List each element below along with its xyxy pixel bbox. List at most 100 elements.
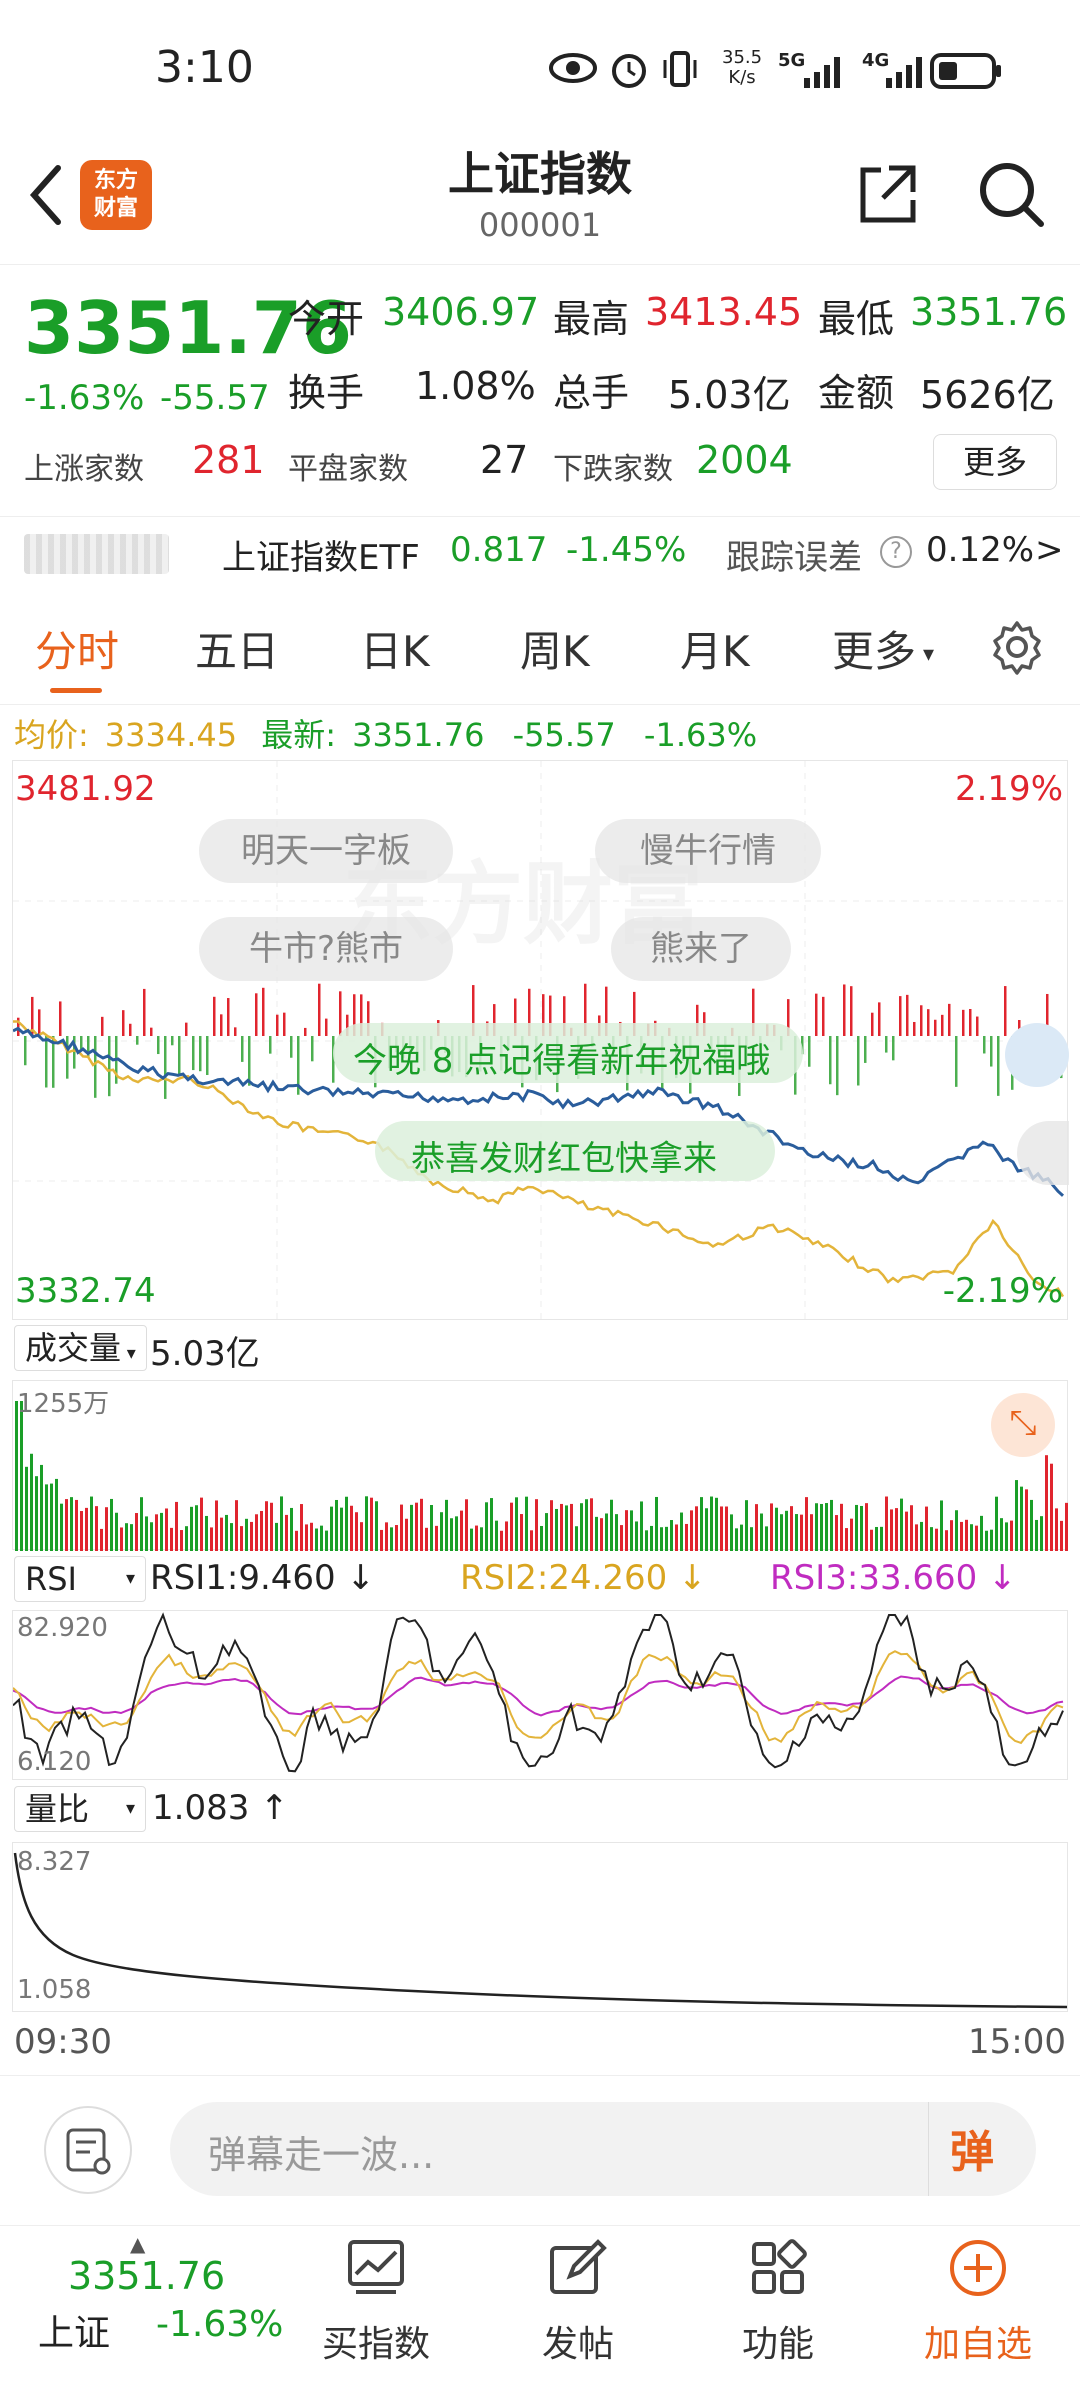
amount-value: 5626亿	[920, 373, 1055, 417]
flow-bar	[892, 1036, 895, 1061]
volume-bar	[510, 1502, 513, 1551]
share-icon[interactable]	[855, 162, 919, 226]
volume-bar	[115, 1512, 118, 1551]
volume-bar	[930, 1527, 933, 1551]
help-icon[interactable]: ?	[880, 536, 912, 568]
volume-bar	[515, 1497, 518, 1551]
chevron-up-icon[interactable]: ▲	[130, 2232, 145, 2256]
volume-bar	[370, 1497, 373, 1551]
volume-bar	[980, 1515, 983, 1551]
vibrate-icon	[663, 51, 697, 87]
volume-bar	[755, 1504, 758, 1551]
indicator-select-rsi[interactable]: RSI ▾	[14, 1556, 146, 1602]
flow-bar	[815, 993, 818, 1036]
chart-ymax: 3481.92	[15, 769, 156, 809]
function-button[interactable]: 功能	[708, 2238, 848, 2367]
volume-bar	[835, 1515, 838, 1551]
volume-bar	[310, 1522, 313, 1551]
buy-index-button[interactable]: 买指数	[306, 2238, 446, 2367]
flow-bar	[829, 1036, 832, 1085]
volume-bar	[965, 1519, 968, 1551]
expand-icon[interactable]: ⤡	[991, 1393, 1055, 1457]
topic-pill[interactable]: 熊来了	[611, 917, 791, 981]
tab-monthly[interactable]: 月K	[680, 618, 750, 679]
tab-weekly[interactable]: 周K	[520, 618, 590, 679]
volume-bar	[620, 1525, 623, 1551]
volume-bar	[675, 1524, 678, 1551]
rsi-max: 82.920	[17, 1613, 108, 1643]
chart-ymin: 3332.74	[15, 1271, 156, 1311]
volume-bar	[715, 1497, 718, 1551]
volume-bar	[375, 1501, 378, 1551]
flow-bar	[241, 1036, 244, 1062]
volume-bar	[40, 1464, 43, 1551]
topic-pill[interactable]: 明天一字板	[199, 819, 453, 883]
tab-more[interactable]: 更多 ▾	[832, 618, 934, 679]
volume-bar	[15, 1401, 18, 1551]
intraday-chart[interactable]: 东方财富 3481.92 3332.74 2.19% -2.19% 明天一字板 …	[12, 760, 1069, 1321]
more-button[interactable]: 更多	[933, 434, 1057, 490]
volume-bar	[1040, 1516, 1043, 1551]
blurred-ticker	[24, 534, 169, 574]
volume-bar	[460, 1510, 463, 1551]
volume-bar	[280, 1496, 283, 1551]
volume-bar	[295, 1530, 298, 1551]
volume-bar	[495, 1520, 498, 1551]
volume-bar	[105, 1507, 108, 1551]
post-button[interactable]: 发帖	[508, 2238, 648, 2367]
flow-bar	[906, 994, 909, 1036]
etf-name[interactable]: 上证指数ETF	[222, 530, 420, 579]
flow-bar	[990, 1036, 993, 1067]
chevron-right-icon[interactable]: >	[1035, 530, 1064, 570]
flow-bar	[185, 1022, 188, 1036]
volume-bar	[595, 1516, 598, 1551]
flow-bar	[255, 993, 258, 1036]
volume-bar	[325, 1530, 328, 1551]
volume-bar	[415, 1502, 418, 1551]
signal-icon	[804, 57, 840, 88]
volume-bar	[160, 1512, 163, 1551]
volume-bar	[600, 1518, 603, 1551]
indicator-select-volume[interactable]: 成交量 ▾	[14, 1325, 147, 1371]
volume-bar	[475, 1525, 478, 1551]
dropdown-caret-icon: ▾	[916, 642, 935, 667]
open-label: 今开	[288, 297, 365, 341]
volume-bar	[985, 1530, 988, 1551]
volume-bar	[900, 1498, 903, 1551]
volume-bar	[145, 1516, 148, 1551]
indicator-select-volume-ratio[interactable]: 量比 ▾	[14, 1786, 146, 1832]
tab-intraday[interactable]: 分时	[35, 618, 119, 679]
volume-bar	[830, 1499, 833, 1551]
settings-icon[interactable]	[988, 618, 1046, 676]
flow-bar	[136, 1036, 139, 1045]
volume-bar	[120, 1527, 123, 1551]
tab-daily[interactable]: 日K	[360, 618, 430, 679]
tab-5day[interactable]: 五日	[195, 618, 279, 679]
danmaku-input[interactable]: 弹幕走一波... 弹	[170, 2102, 1036, 2196]
add-watchlist-button[interactable]: 加自选	[908, 2238, 1048, 2367]
volume-bar	[585, 1499, 588, 1551]
volume-bar	[535, 1499, 538, 1551]
flow-bar	[927, 1009, 930, 1036]
volume-ratio-line	[13, 1852, 1068, 2009]
search-icon[interactable]	[975, 158, 1047, 230]
volume-bar	[500, 1530, 503, 1551]
volume-bar	[775, 1507, 778, 1551]
topic-pill[interactable]: 牛市?熊市	[199, 917, 453, 981]
flow-bar	[885, 1036, 888, 1053]
low-value: 3351.76	[910, 290, 1068, 334]
volume-bar	[670, 1520, 673, 1551]
volume-bar	[995, 1496, 998, 1551]
flow-bar	[66, 1036, 69, 1079]
volume-bar	[845, 1528, 848, 1551]
send-danmaku-button[interactable]: 弹	[950, 2116, 994, 2180]
volume-bar	[505, 1521, 508, 1551]
danmaku-settings-button[interactable]	[44, 2106, 132, 2194]
volume-bar	[560, 1503, 563, 1551]
flow-bar	[304, 1027, 307, 1036]
flow-bar	[878, 1002, 881, 1036]
volume-bar	[195, 1505, 198, 1551]
volume-bar	[355, 1512, 358, 1551]
topic-pill[interactable]: 慢牛行情	[595, 819, 821, 883]
avatar[interactable]	[1005, 1023, 1069, 1087]
